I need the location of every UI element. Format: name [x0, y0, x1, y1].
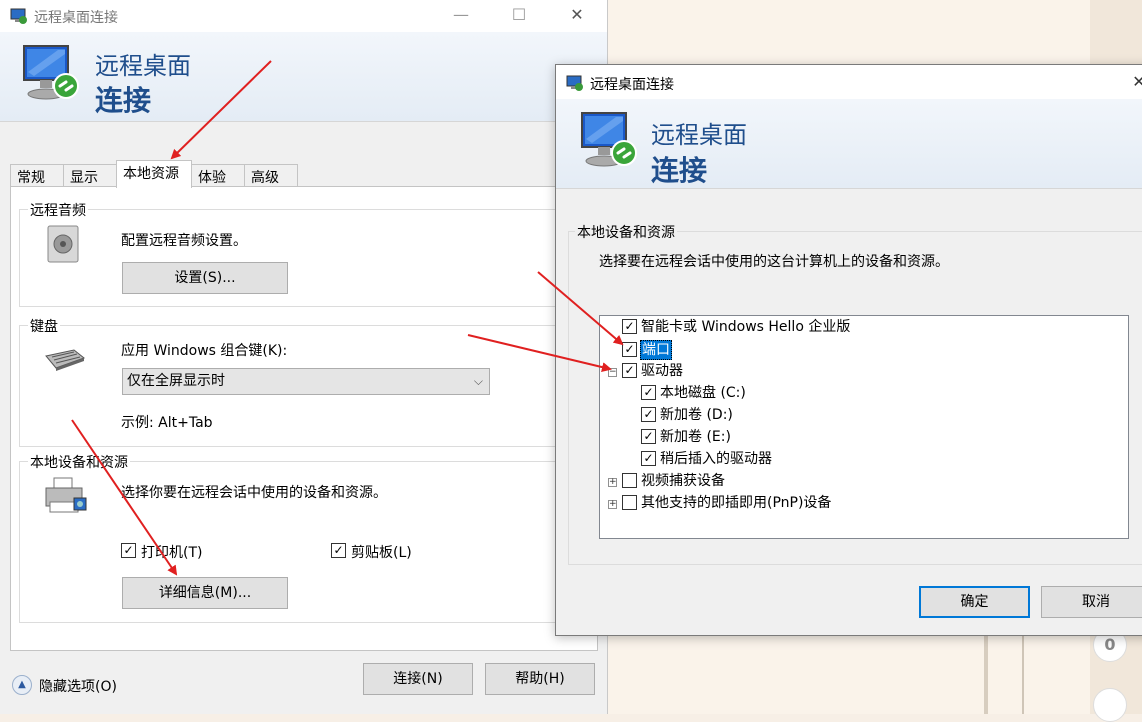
background-divider [984, 636, 988, 714]
help-button[interactable]: 帮助(H) [485, 663, 595, 695]
windows-key-selected: 仅在全屏显示时 [127, 373, 225, 389]
popup-description: 选择要在远程会话中使用的这台计算机上的设备和资源。 [599, 254, 949, 270]
audio-description: 配置远程音频设置。 [121, 233, 247, 249]
tree-checkbox[interactable]: ✓ [622, 318, 637, 334]
keyboard-example: 示例: Alt+Tab [121, 415, 213, 431]
printer-label: 打印机(T) [141, 545, 203, 561]
tree-item-drives[interactable]: ✓ 驱动器 [622, 362, 684, 382]
close-button[interactable]: ✕ [554, 0, 600, 32]
clipboard-label: 剪贴板(L) [351, 545, 412, 561]
popup-group-caption: 本地设备和资源 [575, 222, 677, 242]
popup-close-button[interactable]: ✕ [1116, 67, 1142, 99]
audio-group-caption: 远程音频 [28, 200, 88, 220]
main-dialog: 远程桌面连接 — ☐ ✕ 远程桌面 连接 常规 显示 本地资源 体验 高级 远程… [0, 0, 608, 714]
keyboard-icon [44, 348, 86, 376]
tree-checkbox[interactable]: ✓ [622, 341, 637, 357]
tree-item-ports[interactable]: ✓ 端口 [622, 340, 672, 360]
collapse-icon[interactable]: − [608, 368, 617, 377]
local-devices-caption: 本地设备和资源 [28, 452, 130, 472]
chevron-up-icon[interactable]: ▲ [12, 675, 32, 695]
audio-group: 远程音频 配置远程音频设置。 设置(S)... [19, 200, 589, 307]
title-bar: 远程桌面连接 — ☐ ✕ [0, 0, 607, 32]
expand-icon[interactable]: + [608, 500, 617, 509]
printer-icon [44, 476, 88, 520]
windows-key-combo[interactable]: 仅在全屏显示时 ⌵ [122, 368, 490, 395]
tree-item-drive-d[interactable]: ✓ 新加卷 (D:) [641, 406, 734, 426]
tree-checkbox[interactable]: ✓ [641, 406, 656, 422]
speaker-icon [46, 224, 82, 268]
ok-button[interactable]: 确定 [919, 586, 1030, 618]
rdp-icon [566, 74, 584, 96]
rdp-icon [10, 7, 28, 29]
tree-checkbox[interactable]: ✓ [641, 450, 656, 466]
tree-item-pnp-devices[interactable]: 其他支持的即插即用(PnP)设备 [622, 494, 832, 514]
clipboard-checkbox[interactable]: ✓ [331, 543, 346, 558]
hide-options-link[interactable]: 隐藏选项(O) [39, 676, 117, 696]
window-title: 远程桌面连接 [34, 10, 118, 26]
tab-display[interactable]: 显示 [63, 164, 117, 187]
expand-icon[interactable]: + [608, 478, 617, 487]
maximize-button[interactable]: ☐ [496, 0, 542, 32]
windows-key-label: 应用 Windows 组合键(K): [121, 343, 288, 359]
popup-banner-line2: 连接 [651, 154, 708, 187]
tree-checkbox[interactable] [622, 494, 637, 510]
audio-settings-button[interactable]: 设置(S)... [122, 262, 288, 294]
tree-checkbox[interactable]: ✓ [641, 428, 656, 444]
details-button[interactable]: 详细信息(M)... [122, 577, 288, 609]
keyboard-group: 键盘 应用 Windows 组合键(K): 仅在全屏显示时 ⌵ 示例: Alt+… [19, 316, 589, 447]
local-devices-description: 选择你要在远程会话中使用的设备和资源。 [121, 485, 387, 501]
popup-banner: 远程桌面 连接 [556, 99, 1142, 189]
tab-experience[interactable]: 体验 [191, 164, 245, 187]
popup-banner-line1: 远程桌面 [651, 121, 747, 149]
connect-button[interactable]: 连接(N) [363, 663, 473, 695]
banner-title-line2: 连接 [95, 84, 152, 117]
tab-general[interactable]: 常规 [10, 164, 64, 187]
popup-title-bar: 远程桌面连接 ✕ [556, 65, 1142, 99]
details-dialog: 远程桌面连接 ✕ 远程桌面 连接 本地设备和资源 选择要在远程会话中使用的这台计… [555, 64, 1142, 636]
monitor-icon [18, 42, 84, 112]
banner-title-line1: 远程桌面 [95, 52, 191, 80]
background-badge-icon [1093, 688, 1127, 722]
printer-checkbox[interactable]: ✓ [121, 543, 136, 558]
tree-checkbox[interactable] [622, 472, 637, 488]
tree-checkbox[interactable]: ✓ [641, 384, 656, 400]
tree-item-smartcard[interactable]: ✓ 智能卡或 Windows Hello 企业版 [622, 318, 851, 338]
monitor-icon [576, 109, 642, 179]
minimize-button[interactable]: — [438, 0, 484, 32]
tab-panel-local-resources: 远程音频 配置远程音频设置。 设置(S)... 键盘 应用 Windows 组合… [10, 186, 598, 651]
tree-item-drive-c[interactable]: ✓ 本地磁盘 (C:) [641, 384, 747, 404]
tree-item-drive-e[interactable]: ✓ 新加卷 (E:) [641, 428, 732, 448]
popup-window-title: 远程桌面连接 [590, 77, 674, 93]
banner: 远程桌面 连接 [0, 32, 607, 122]
tab-local-resources[interactable]: 本地资源 [116, 160, 192, 188]
cancel-button[interactable]: 取消 [1041, 586, 1142, 618]
local-devices-group: 本地设备和资源 选择你要在远程会话中使用的设备和资源。 ✓ 打印机(T) ✓ 剪… [19, 452, 589, 623]
device-tree[interactable]: ✓ 智能卡或 Windows Hello 企业版 ✓ 端口 − ✓ 驱动器 ✓ 本地磁盘… [599, 315, 1129, 539]
tree-item-later-drives[interactable]: ✓ 稍后插入的驱动器 [641, 450, 773, 470]
background-divider [1022, 636, 1024, 714]
tab-advanced[interactable]: 高级 [244, 164, 298, 187]
tree-item-video-capture[interactable]: 视频捕获设备 [622, 472, 726, 492]
keyboard-group-caption: 键盘 [28, 316, 60, 336]
tree-checkbox[interactable]: ✓ [622, 362, 637, 378]
chevron-down-icon: ⌵ [473, 374, 483, 388]
